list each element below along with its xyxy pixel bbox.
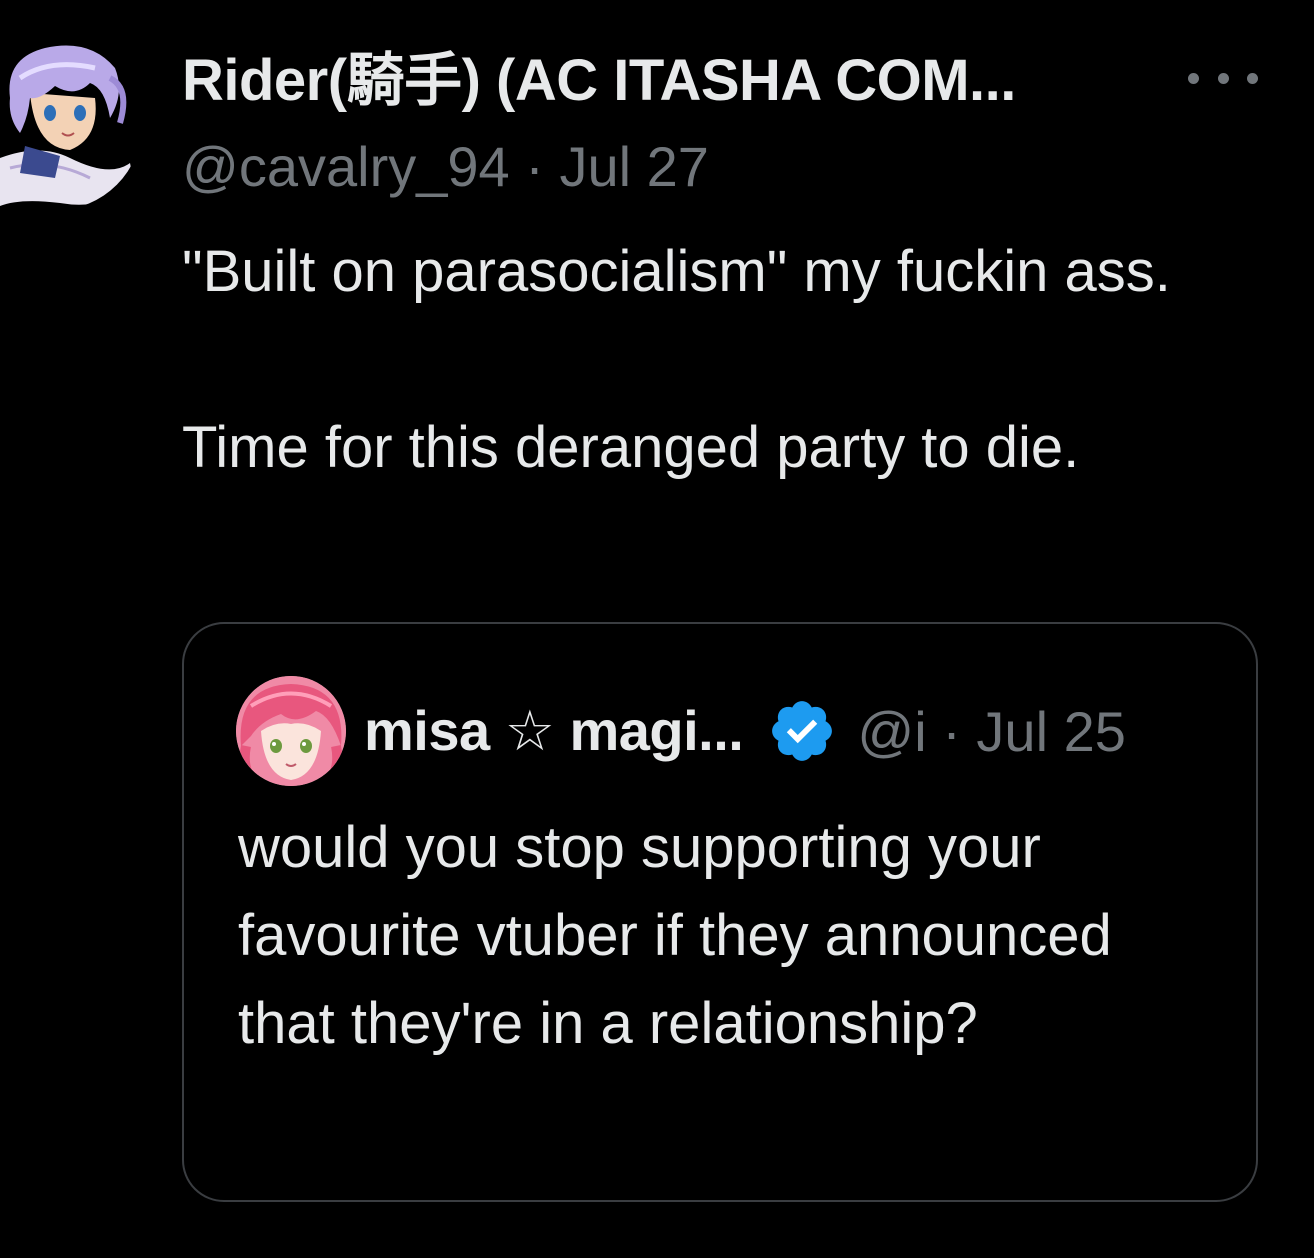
author-display-name[interactable]: Rider(騎手) (AC ITASHA COM... [182, 48, 1016, 114]
author-avatar[interactable] [0, 38, 142, 210]
meta-separator: · [525, 135, 544, 198]
more-options-icon[interactable] [1188, 60, 1258, 96]
anime-character-avatar-icon [0, 38, 142, 210]
quoted-author-display-name[interactable]: misa ☆ magi... [364, 698, 744, 764]
quoted-tweet-meta: @i · Jul 25 [857, 699, 1126, 764]
meta-separator: · [942, 699, 961, 763]
tweet-date[interactable]: Jul 27 [559, 135, 708, 198]
tweet-text: "Built on parasocialism" my fuckin ass. … [182, 239, 1171, 480]
more-dot [1247, 72, 1258, 84]
author-handle[interactable]: @cavalry_94 [182, 135, 510, 198]
quoted-author-handle[interactable]: @i [857, 700, 926, 763]
verified-badge-icon [772, 701, 833, 761]
tweet[interactable]: Rider(騎手) (AC ITASHA COM... @cavalry_94 … [0, 0, 1314, 1258]
quoted-tweet-text: would you stop supporting your favourite… [238, 815, 1112, 1056]
pink-haired-vtuber-avatar-icon [236, 676, 346, 786]
more-dot [1188, 72, 1199, 84]
quoted-tweet-header: misa ☆ magi... @i · Jul 25 [364, 696, 1126, 766]
more-dot [1217, 72, 1229, 84]
quoted-author-avatar[interactable] [236, 676, 346, 786]
quoted-tweet-date[interactable]: Jul 25 [976, 700, 1125, 763]
tweet-meta: @cavalry_94 · Jul 27 [182, 132, 709, 202]
quoted-tweet-card[interactable]: misa ☆ magi... @i · Jul 25 would you sto… [182, 622, 1258, 1202]
